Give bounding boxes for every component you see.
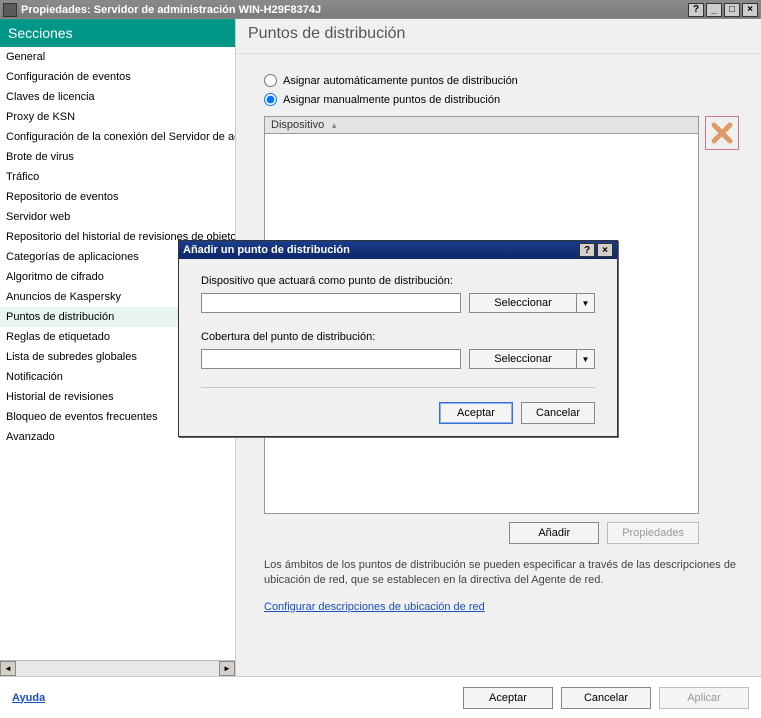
sidebar-item[interactable]: Configuración de la conexión del Servido… xyxy=(0,127,235,147)
apply-button-label: Aplicar xyxy=(687,692,721,704)
sidebar-item[interactable]: Brote de virus xyxy=(0,147,235,167)
separator xyxy=(201,387,595,388)
app-icon xyxy=(3,3,17,17)
radio-auto-input[interactable] xyxy=(264,74,277,87)
dialog-titlebar[interactable]: Añadir un punto de distribución ? × xyxy=(179,241,617,259)
scroll-right-button[interactable]: ► xyxy=(219,661,235,676)
device-select-label: Seleccionar xyxy=(494,297,551,309)
add-button[interactable]: Añadir xyxy=(509,522,599,544)
scroll-left-button[interactable]: ◄ xyxy=(0,661,16,676)
dialog-title: Añadir un punto de distribución xyxy=(183,244,577,256)
window-title: Propiedades: Servidor de administración … xyxy=(21,4,686,16)
x-icon xyxy=(710,121,734,145)
ok-button-label: Aceptar xyxy=(489,692,527,704)
sidebar-item[interactable]: General xyxy=(0,47,235,67)
minimize-button[interactable]: _ xyxy=(706,3,722,17)
sidebar-item[interactable]: Proxy de KSN xyxy=(0,107,235,127)
maximize-button[interactable]: □ xyxy=(724,3,740,17)
coverage-input[interactable] xyxy=(201,349,461,369)
window-titlebar: Propiedades: Servidor de administración … xyxy=(0,0,761,19)
sort-indicator-icon: ▲ xyxy=(330,121,338,130)
coverage-select-label: Seleccionar xyxy=(494,353,551,365)
sidebar-item[interactable]: Claves de licencia xyxy=(0,87,235,107)
help-button[interactable]: ? xyxy=(688,3,704,17)
sidebar-item[interactable]: Configuración de eventos xyxy=(0,67,235,87)
list-column-header[interactable]: Dispositivo ▲ xyxy=(264,116,699,134)
scroll-track[interactable] xyxy=(16,661,219,676)
page-title: Puntos de distribución xyxy=(236,19,761,54)
properties-button[interactable]: Propiedades xyxy=(607,522,699,544)
radio-auto-label: Asignar automáticamente puntos de distri… xyxy=(283,75,518,87)
close-button[interactable]: × xyxy=(742,3,758,17)
dialog-ok-label: Aceptar xyxy=(457,407,495,419)
coverage-select-button[interactable]: Seleccionar xyxy=(469,349,577,369)
sidebar-header: Secciones xyxy=(0,19,235,47)
device-select-dropdown[interactable]: ▼ xyxy=(577,293,595,313)
add-distribution-point-dialog: Añadir un punto de distribución ? × Disp… xyxy=(178,240,618,437)
dialog-cancel-button[interactable]: Cancelar xyxy=(521,402,595,424)
radio-manual-label: Asignar manualmente puntos de distribuci… xyxy=(283,94,500,106)
dialog-cancel-label: Cancelar xyxy=(536,407,580,419)
device-input[interactable] xyxy=(201,293,461,313)
column-device-label: Dispositivo xyxy=(271,119,324,131)
cancel-button[interactable]: Cancelar xyxy=(561,687,651,709)
radio-manual-assign[interactable]: Asignar manualmente puntos de distribuci… xyxy=(264,93,743,106)
ok-button[interactable]: Aceptar xyxy=(463,687,553,709)
sidebar-item[interactable]: Tráfico xyxy=(0,167,235,187)
device-field-label: Dispositivo que actuará como punto de di… xyxy=(201,275,595,287)
remove-button[interactable] xyxy=(705,116,739,150)
cancel-button-label: Cancelar xyxy=(584,692,628,704)
coverage-select-dropdown[interactable]: ▼ xyxy=(577,349,595,369)
help-link[interactable]: Ayuda xyxy=(12,692,45,704)
dialog-close-button[interactable]: × xyxy=(597,243,613,257)
dialog-footer: Ayuda Aceptar Cancelar Aplicar xyxy=(0,676,761,718)
configure-link[interactable]: Configurar descripciones de ubicación de… xyxy=(264,601,485,613)
dialog-help-button[interactable]: ? xyxy=(579,243,595,257)
radio-auto-assign[interactable]: Asignar automáticamente puntos de distri… xyxy=(264,74,743,87)
radio-manual-input[interactable] xyxy=(264,93,277,106)
sidebar-scrollbar[interactable]: ◄ ► xyxy=(0,660,235,676)
apply-button[interactable]: Aplicar xyxy=(659,687,749,709)
add-button-label: Añadir xyxy=(538,527,570,539)
sidebar-item[interactable]: Servidor web xyxy=(0,207,235,227)
dialog-ok-button[interactable]: Aceptar xyxy=(439,402,513,424)
properties-button-label: Propiedades xyxy=(622,527,684,539)
info-text: Los ámbitos de los puntos de distribució… xyxy=(264,558,743,589)
coverage-field-label: Cobertura del punto de distribución: xyxy=(201,331,595,343)
sidebar-item[interactable]: Repositorio de eventos xyxy=(0,187,235,207)
device-select-button[interactable]: Seleccionar xyxy=(469,293,577,313)
